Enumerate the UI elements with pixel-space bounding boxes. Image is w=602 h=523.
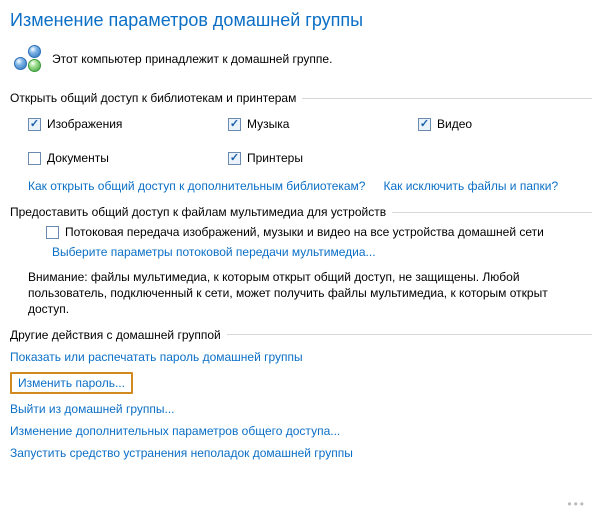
link-other-action-3[interactable]: Изменение дополнительных параметров обще… bbox=[10, 424, 340, 438]
libraries-checkbox-grid: Изображения Музыка Видео Документы Принтеры bbox=[28, 117, 592, 165]
checkbox-library-3[interactable]: Документы bbox=[28, 151, 228, 165]
checkbox-label: Принтеры bbox=[247, 151, 303, 165]
checkbox-box-icon bbox=[28, 118, 41, 131]
section-media-label: Предоставить общий доступ к файлам мульт… bbox=[10, 205, 386, 219]
list-item: Изменить пароль... bbox=[10, 372, 592, 394]
link-exclude-files[interactable]: Как исключить файлы и папки? bbox=[383, 179, 558, 193]
checkbox-library-1[interactable]: Музыка bbox=[228, 117, 418, 131]
divider bbox=[227, 334, 592, 335]
other-actions-list: Показать или распечатать пароль домашней… bbox=[10, 350, 592, 460]
streaming-row: Потоковая передача изображений, музыки и… bbox=[46, 225, 592, 239]
section-media-header: Предоставить общий доступ к файлам мульт… bbox=[10, 205, 592, 219]
link-additional-libraries[interactable]: Как открыть общий доступ к дополнительны… bbox=[28, 179, 365, 193]
membership-status: Этот компьютер принадлежит к домашней гр… bbox=[14, 45, 592, 73]
checkbox-streaming-label: Потоковая передача изображений, музыки и… bbox=[65, 225, 544, 239]
checkbox-library-0[interactable]: Изображения bbox=[28, 117, 228, 131]
checkbox-label: Документы bbox=[47, 151, 109, 165]
checkbox-library-4[interactable]: Принтеры bbox=[228, 151, 418, 165]
section-libraries-label: Открыть общий доступ к библиотекам и при… bbox=[10, 91, 296, 105]
divider bbox=[392, 212, 592, 213]
link-choose-media-params[interactable]: Выберите параметры потоковой передачи му… bbox=[52, 245, 376, 259]
section-other-header: Другие действия с домашней группой bbox=[10, 328, 592, 342]
checkbox-library-2[interactable]: Видео bbox=[418, 117, 592, 131]
section-other-label: Другие действия с домашней группой bbox=[10, 328, 221, 342]
checkbox-label: Видео bbox=[437, 117, 472, 131]
checkbox-box-icon bbox=[228, 118, 241, 131]
divider bbox=[302, 98, 592, 99]
page-title: Изменение параметров домашней группы bbox=[10, 10, 592, 31]
list-item: Запустить средство устранения неполадок … bbox=[10, 446, 592, 460]
checkbox-box-icon bbox=[228, 152, 241, 165]
checkbox-streaming[interactable]: Потоковая передача изображений, музыки и… bbox=[46, 225, 592, 239]
list-item: Изменение дополнительных параметров обще… bbox=[10, 424, 592, 438]
homegroup-icon bbox=[14, 45, 42, 73]
streaming-params-row: Выберите параметры потоковой передачи му… bbox=[52, 245, 592, 259]
link-other-action-0[interactable]: Показать или распечатать пароль домашней… bbox=[10, 350, 303, 364]
checkbox-box-icon bbox=[28, 152, 41, 165]
link-other-action-2[interactable]: Выйти из домашней группы... bbox=[10, 402, 175, 416]
link-other-action-4[interactable]: Запустить средство устранения неполадок … bbox=[10, 446, 353, 460]
section-libraries-header: Открыть общий доступ к библиотекам и при… bbox=[10, 91, 592, 105]
membership-text: Этот компьютер принадлежит к домашней гр… bbox=[52, 52, 332, 66]
libraries-help-links: Как открыть общий доступ к дополнительны… bbox=[28, 179, 592, 193]
link-other-action-1[interactable]: Изменить пароль... bbox=[18, 376, 125, 390]
checkbox-box-icon bbox=[418, 118, 431, 131]
checkbox-box-icon bbox=[46, 226, 59, 239]
media-warning-text: Внимание: файлы мультимедиа, к которым о… bbox=[28, 269, 592, 318]
checkbox-label: Изображения bbox=[47, 117, 122, 131]
highlighted-action: Изменить пароль... bbox=[10, 372, 133, 394]
list-item: Показать или распечатать пароль домашней… bbox=[10, 350, 592, 364]
resize-grip-icon: ••• bbox=[567, 497, 586, 511]
list-item: Выйти из домашней группы... bbox=[10, 402, 592, 416]
checkbox-label: Музыка bbox=[247, 117, 289, 131]
